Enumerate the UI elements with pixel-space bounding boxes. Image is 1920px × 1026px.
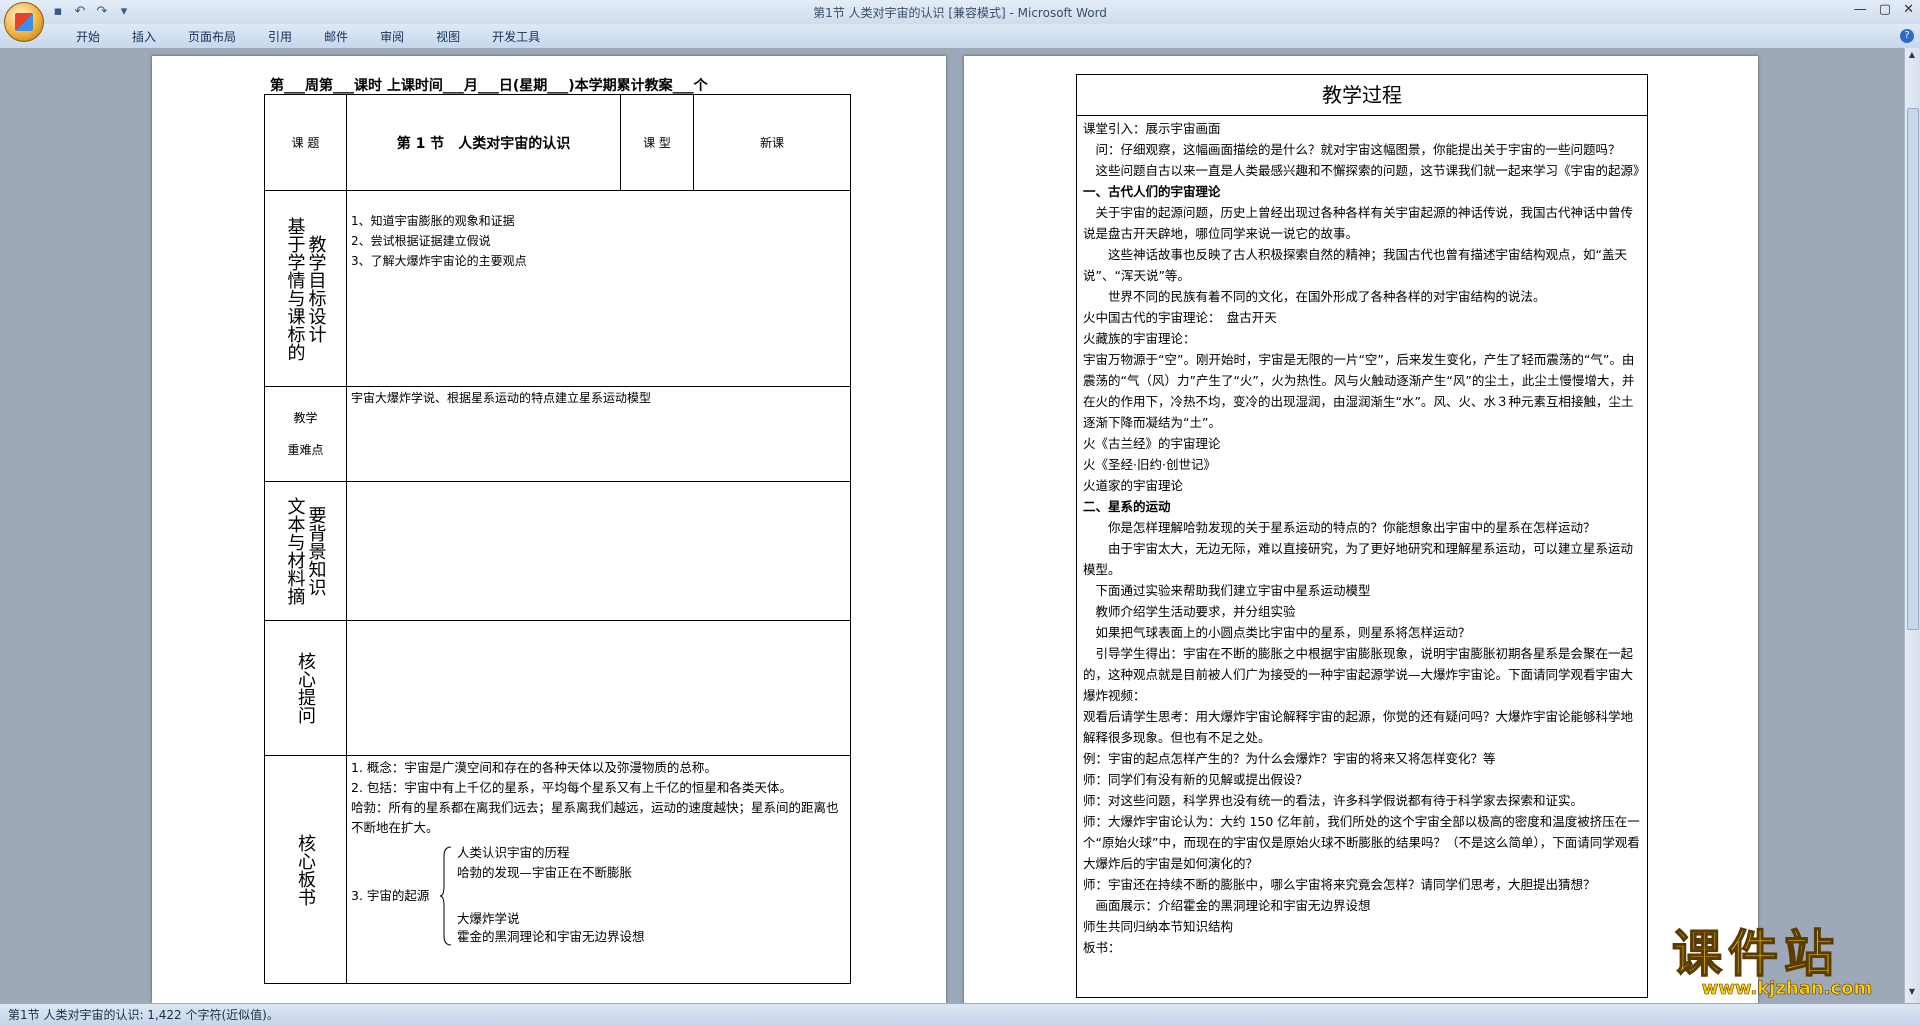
process-line: 例：宇宙的起点怎样产生的？为什么会爆炸？宇宙的将来又将怎样变化？等 (1083, 751, 1496, 766)
topic-value[interactable]: 第 1 节 人类对宇宙的认识 (346, 94, 621, 191)
objective-item: 1、知道宇宙膨胀的观象和证据 (351, 214, 515, 228)
process-line: 由于宇宙太大，无边无际，难以直接研究，为了更好地研究和理解星系运动，可以建立星系… (1083, 541, 1634, 577)
undo-icon[interactable]: ↶ (72, 4, 88, 20)
watermark-url: www.kjzhan.com (1701, 978, 1873, 1000)
office-logo-icon (15, 13, 33, 31)
tab-page-layout[interactable]: 页面布局 (172, 28, 252, 45)
office-button[interactable] (4, 2, 44, 42)
section-heading: 一、古代人们的宇宙理论 (1083, 184, 1221, 199)
customize-icon[interactable]: ▾ (116, 4, 132, 20)
questions-cell[interactable] (346, 620, 851, 756)
scroll-down-icon[interactable]: ▼ (1907, 987, 1917, 997)
ribbon-tabs: 开始 插入 页面布局 引用 邮件 审阅 视图 开发工具 (60, 28, 556, 45)
brace-item: 大爆炸学说 (457, 911, 520, 926)
materials-cell[interactable] (346, 481, 851, 621)
board-line: 1. 概念：宇宙是广漠空间和存在的各种天体以及弥漫物质的总称。 (351, 760, 717, 775)
help-icon[interactable]: ? (1900, 29, 1914, 43)
status-bar: 第1节 人类对宇宙的认识: 1,422 个字符(近似值)。 (0, 1003, 1920, 1026)
topic-label: 课 题 (264, 94, 347, 191)
process-heading: 教学过程 (1077, 75, 1647, 116)
quick-access-toolbar: ▪ ↶ ↷ ▾ (50, 4, 132, 20)
site-watermark-logo: 课件站 www.kjzhan.com (1671, 925, 1902, 1002)
lesson-header: 第___周第___课时 上课时间___月___日(星期___)本学期累计教案__… (270, 78, 708, 94)
scroll-up-icon[interactable]: ▲ (1907, 50, 1917, 60)
keypoints-value[interactable]: 宇宙大爆炸学说、根据星系运动的特点建立星系运动模型 (346, 386, 851, 482)
objectives-label: 基于学情与课标的教学目标设计 (284, 216, 327, 361)
board-cell[interactable]: 1. 概念：宇宙是广漠空间和存在的各种天体以及弥漫物质的总称。 2. 包括：宇宙… (346, 755, 851, 984)
tab-mailings[interactable]: 邮件 (308, 28, 364, 45)
window-controls: — ▢ ✕ (1854, 2, 1914, 17)
page-1: 第___周第___课时 上课时间___月___日(星期___)本学期累计教案__… (152, 56, 946, 1003)
brace-item: 哈勃的发现—宇宙正在不断膨胀 (457, 865, 633, 880)
redo-icon[interactable]: ↷ (94, 4, 110, 20)
process-line: 师生共同归纳本节知识结构 (1083, 919, 1234, 934)
process-line: 板书： (1083, 940, 1121, 955)
tab-references[interactable]: 引用 (252, 28, 308, 45)
board-origin: 3. 宇宙的起源 (351, 888, 430, 903)
process-line: 这些问题自古以来一直是人类最感兴趣和不懈探索的问题，这节课我们就一起来学习《宇宙… (1083, 163, 1646, 178)
process-line: 观看后请学生思考：用大爆炸宇宙论解释宇宙的起源，你觉的还有疑问吗？大爆炸宇宙论能… (1083, 709, 1634, 745)
process-line: 下面通过实验来帮助我们建立宇宙中星系运动模型 (1083, 583, 1371, 598)
process-line: 宇宙万物源于“空”。刚开始时，宇宙是无限的一片“空”，后来发生变化，产生了轻而震… (1083, 352, 1635, 430)
process-line: 师：大爆炸宇宙论认为：大约 150 亿年前，我们所处的这个宇宙全部以极高的密度和… (1083, 814, 1640, 871)
type-label: 课 型 (620, 94, 694, 191)
tab-developer[interactable]: 开发工具 (476, 28, 556, 45)
process-line: 火中国古代的宇宙理论： 盘古开天 (1083, 310, 1277, 325)
section-heading: 二、星系的运动 (1083, 499, 1171, 514)
process-line: 这些神话故事也反映了古人积极探索自然的精神；我国古代也曾有描述宇宙结构观点，如“… (1083, 247, 1627, 283)
title-bar: 第1节 人类对宇宙的认识 [兼容模式] - Microsoft Word ▪ ↶… (0, 0, 1920, 24)
process-box: 教学过程 课堂引入：展示宇宙画面 问：仔细观察，这幅画面描绘的是什么？就对宇宙这… (1076, 74, 1648, 998)
questions-label: 核心提问 (295, 652, 316, 724)
tab-home[interactable]: 开始 (60, 28, 116, 45)
process-line: 火《古兰经》的宇宙理论 (1083, 436, 1221, 451)
process-line: 如果把气球表面上的小圆点类比宇宙中的星系，则星系将怎样运动？ (1083, 625, 1471, 640)
board-label: 核心板书 (295, 833, 316, 906)
board-line: 2. 包括：宇宙中有上千亿的星系，平均每个星系又有上千亿的恒星和各类天体。 (351, 780, 792, 795)
minimize-button[interactable]: — (1854, 2, 1867, 17)
status-text: 第1节 人类对宇宙的认识: 1,422 个字符(近似值)。 (8, 1008, 279, 1022)
process-line: 世界不同的民族有着不同的文化，在国外形成了各种各样的对宇宙结构的说法。 (1083, 289, 1546, 304)
process-line: 引导学生得出：宇宙在不断的膨胀之中根据宇宙膨胀现象，说明宇宙膨胀初期各星系是会聚… (1083, 646, 1634, 703)
board-origin-group: 3. 宇宙的起源 人类认识宇宙的历程 哈勃的发现—宇宙正在不断膨胀 大爆炸学说 … (351, 844, 846, 948)
process-line: 师：同学们有没有新的见解或提出假设？ (1083, 772, 1309, 787)
process-line: 你是怎样理解哈勃发现的关于星系运动的特点的？你能想象出宇宙中的星系在怎样运动？ (1083, 520, 1596, 535)
process-line: 关于宇宙的起源问题，历史上曾经出现过各种各样有关宇宙起源的神话传说，我国古代神话… (1083, 205, 1634, 241)
process-line: 火藏族的宇宙理论： (1083, 331, 1196, 346)
ribbon: 开始 插入 页面布局 引用 邮件 审阅 视图 开发工具 ? (0, 24, 1920, 49)
close-button[interactable]: ✕ (1903, 2, 1914, 17)
tab-insert[interactable]: 插入 (116, 28, 172, 45)
objective-item: 2、尝试根据证据建立假说 (351, 234, 491, 248)
maximize-button[interactable]: ▢ (1879, 2, 1891, 17)
board-line: 哈勃：所有的星系都在离我们远去；星系离我们越远，运动的速度越快；星系间的距离也不… (351, 800, 839, 835)
process-line: 问：仔细观察，这幅画面描绘的是什么？就对宇宙这幅图景，你能提出关于宇宙的一些问题… (1083, 142, 1621, 157)
materials-label: 文本与材料摘要背景知识 (284, 497, 327, 605)
process-line: 火道家的宇宙理论 (1083, 478, 1184, 493)
objective-item: 3、了解大爆炸宇宙论的主要观点 (351, 254, 527, 268)
brace-item: 人类认识宇宙的历程 (457, 845, 570, 860)
brace-icon (439, 846, 452, 946)
keypoints-label-1: 教学 (293, 411, 318, 425)
process-line: 师：对这些问题，科学界也没有统一的看法，许多科学假说都有待于科学家去探索和证实。 (1083, 793, 1584, 808)
keypoints-label-2: 重难点 (287, 443, 324, 457)
process-line: 教师介绍学生活动要求，并分组实验 (1083, 604, 1296, 619)
process-line: 火《圣经·旧约·创世记》 (1083, 457, 1216, 472)
process-line: 课堂引入：展示宇宙画面 (1083, 121, 1221, 136)
brace-item: 霍金的黑洞理论和宇宙无边界设想 (457, 929, 645, 944)
tab-view[interactable]: 视图 (420, 28, 476, 45)
process-line: 画面展示：介绍霍金的黑洞理论和宇宙无边界设想 (1083, 898, 1371, 913)
scroll-thumb[interactable] (1907, 108, 1919, 630)
tab-review[interactable]: 审阅 (364, 28, 420, 45)
vertical-scrollbar[interactable]: ▲ ▼ (1904, 48, 1920, 1003)
window-title: 第1节 人类对宇宙的认识 [兼容模式] - Microsoft Word (813, 6, 1107, 20)
lesson-plan-table: 课 题 第 1 节 人类对宇宙的认识 课 型 新课 基于学情与课标的教学目标设计… (264, 94, 851, 984)
type-value[interactable]: 新课 (693, 94, 851, 191)
save-icon[interactable]: ▪ (50, 4, 66, 20)
watermark-text: 课件站 (1671, 925, 1840, 983)
process-body[interactable]: 课堂引入：展示宇宙画面 问：仔细观察，这幅画面描绘的是什么？就对宇宙这幅图景，你… (1077, 116, 1647, 960)
page-2: 教学过程 课堂引入：展示宇宙画面 问：仔细观察，这幅画面描绘的是什么？就对宇宙这… (964, 56, 1758, 1003)
process-line: 师：宇宙还在持续不断的膨胀中，哪么宇宙将来究竟会怎样？请同学们思考，大胆提出猜想… (1083, 877, 1596, 892)
objectives-cell[interactable]: 1、知道宇宙膨胀的观象和证据 2、尝试根据证据建立假说 3、了解大爆炸宇宙论的主… (346, 190, 851, 387)
